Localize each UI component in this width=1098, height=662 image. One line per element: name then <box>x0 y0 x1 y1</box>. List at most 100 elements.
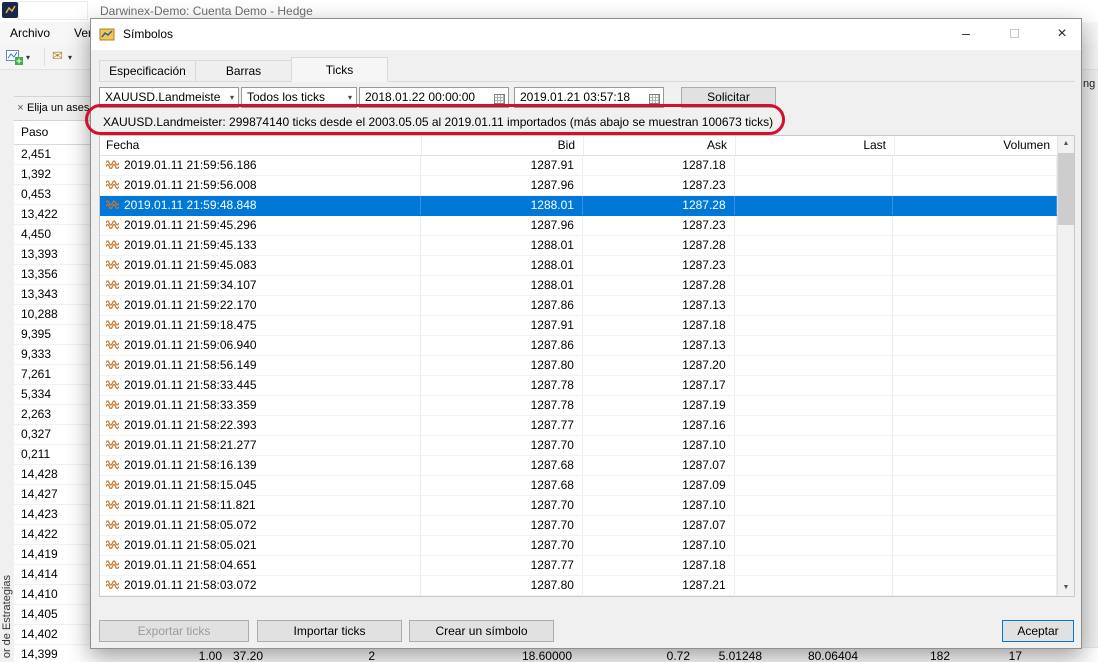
tick-volumen-cell <box>893 216 1057 235</box>
paso-value-row[interactable]: 13,393 <box>14 245 90 265</box>
tick-row[interactable]: 2019.01.11 21:58:05.0211287.701287.10 <box>100 536 1057 556</box>
column-header-last[interactable]: Last <box>736 136 895 155</box>
paso-value-row[interactable]: 14,405 <box>14 605 90 625</box>
paso-value-row[interactable]: 9,333 <box>14 345 90 365</box>
tick-row[interactable]: 2019.01.11 21:59:34.1071288.011287.28 <box>100 276 1057 296</box>
tick-ask-cell: 1287.18 <box>583 156 735 175</box>
mail-icon[interactable]: ✉ <box>52 48 63 64</box>
panel-close-icon[interactable]: × <box>14 97 27 120</box>
tick-row[interactable]: 2019.01.11 21:59:45.1331288.011287.28 <box>100 236 1057 256</box>
paso-value-row[interactable]: 1,392 <box>14 165 90 185</box>
tick-wave-icon <box>106 436 119 455</box>
import-ticks-button[interactable]: Importar ticks <box>257 620 402 642</box>
tick-date-text: 2019.01.11 21:59:45.083 <box>124 256 257 275</box>
column-header-ask[interactable]: Ask <box>584 136 736 155</box>
tick-mode-combobox[interactable]: Todos los ticks ▾ <box>241 87 357 108</box>
tick-volumen-cell <box>893 496 1057 515</box>
vertical-scrollbar[interactable]: ▲ ▼ <box>1057 136 1074 596</box>
paso-value-row[interactable]: 13,343 <box>14 285 90 305</box>
export-ticks-button[interactable]: Exportar ticks <box>99 620 249 642</box>
tab-ticks[interactable]: Ticks <box>291 57 388 82</box>
tick-row[interactable]: 2019.01.11 21:58:03.0721287.801287.21 <box>100 576 1057 596</box>
tick-last-cell <box>735 516 894 535</box>
tick-row[interactable]: 2019.01.11 21:59:56.0081287.961287.23 <box>100 176 1057 196</box>
paso-value-row[interactable]: 14,419 <box>14 545 90 565</box>
calendar-icon[interactable] <box>648 91 661 104</box>
paso-value-row[interactable]: 0,211 <box>14 445 90 465</box>
tick-row[interactable]: 2019.01.11 21:58:33.3591287.781287.19 <box>100 396 1057 416</box>
accept-button[interactable]: Aceptar <box>1002 620 1074 642</box>
symbol-combobox[interactable]: XAUUSD.Landmeiste ▾ <box>99 87 239 108</box>
paso-value-row[interactable]: 9,395 <box>14 325 90 345</box>
column-header-bid[interactable]: Bid <box>422 136 584 155</box>
paso-value-row[interactable]: 2,451 <box>14 145 90 165</box>
tick-row[interactable]: 2019.01.11 21:58:04.6511287.771287.18 <box>100 556 1057 576</box>
menu-archivo[interactable]: Archivo <box>10 26 50 40</box>
tick-row[interactable]: 2019.01.11 21:58:16.1391287.681287.07 <box>100 456 1057 476</box>
paso-value-row[interactable]: 14,428 <box>14 465 90 485</box>
tick-row[interactable]: 2019.01.11 21:58:56.1491287.801287.20 <box>100 356 1057 376</box>
tick-row[interactable]: 2019.01.11 21:59:22.1701287.861287.13 <box>100 296 1057 316</box>
paso-value-row[interactable]: 13,422 <box>14 205 90 225</box>
maximize-icon <box>1010 29 1019 38</box>
paso-column-header[interactable]: Paso <box>14 121 90 145</box>
paso-value-row[interactable]: 14,410 <box>14 585 90 605</box>
paso-value-row[interactable]: 4,450 <box>14 225 90 245</box>
tick-row[interactable]: 2019.01.11 21:58:21.2771287.701287.10 <box>100 436 1057 456</box>
mail-dropdown-icon[interactable]: ▾ <box>68 53 72 62</box>
tick-row[interactable]: 2019.01.11 21:58:11.8211287.701287.10 <box>100 496 1057 516</box>
paso-value-row[interactable]: 0,453 <box>14 185 90 205</box>
tick-date-text: 2019.01.11 21:59:56.186 <box>124 156 257 175</box>
tick-row[interactable]: 2019.01.11 21:59:45.2961287.961287.23 <box>100 216 1057 236</box>
tick-date-text: 2019.01.11 21:58:05.021 <box>124 536 257 555</box>
paso-value-row[interactable]: 14,423 <box>14 505 90 525</box>
tab-especificacion[interactable]: Especificación <box>99 60 196 81</box>
create-symbol-button[interactable]: Crear un símbolo <box>409 620 554 642</box>
tick-row[interactable]: 2019.01.11 21:58:33.4451287.781287.17 <box>100 376 1057 396</box>
request-button[interactable]: Solicitar <box>681 87 776 108</box>
tick-ask-cell: 1287.18 <box>583 556 735 575</box>
dialog-titlebar[interactable]: Símbolos – × <box>91 19 1081 50</box>
paso-value-row[interactable]: 2,263 <box>14 405 90 425</box>
tick-row[interactable]: 2019.01.11 21:58:15.0451287.681287.09 <box>100 476 1057 496</box>
paso-value-row[interactable]: 14,422 <box>14 525 90 545</box>
minimize-button[interactable]: – <box>949 19 983 50</box>
tick-row[interactable]: 2019.01.11 21:59:56.1861287.911287.18 <box>100 156 1057 176</box>
new-chart-icon[interactable] <box>6 49 23 68</box>
tick-date-cell: 2019.01.11 21:59:06.940 <box>100 336 421 355</box>
scrollbar-thumb[interactable] <box>1058 153 1074 225</box>
tick-row[interactable]: 2019.01.11 21:58:22.3931287.771287.16 <box>100 416 1057 436</box>
tick-row[interactable]: 2019.01.11 21:59:06.9401287.861287.13 <box>100 336 1057 356</box>
paso-value-row[interactable]: 10,288 <box>14 305 90 325</box>
tick-table-body: 2019.01.11 21:59:56.1861287.911287.18 20… <box>100 156 1057 596</box>
maximize-button[interactable] <box>997 19 1031 50</box>
calendar-icon[interactable] <box>493 91 506 104</box>
tick-wave-icon <box>106 456 119 475</box>
tick-date-text: 2019.01.11 21:59:48.848 <box>124 196 257 215</box>
tab-barras[interactable]: Barras <box>195 60 292 81</box>
tick-row[interactable]: 2019.01.11 21:59:45.0831288.011287.23 <box>100 256 1057 276</box>
column-header-volumen[interactable]: Volumen <box>895 136 1059 155</box>
paso-value-row[interactable]: 0,327 <box>14 425 90 445</box>
paso-value-row[interactable]: 14,414 <box>14 565 90 585</box>
date-to-field[interactable]: 2019.01.21 03:57:18 <box>514 87 664 108</box>
paso-value-row[interactable]: 7,261 <box>14 365 90 385</box>
tick-row[interactable]: 2019.01.11 21:58:05.0721287.701287.07 <box>100 516 1057 536</box>
tick-row[interactable]: 2019.01.11 21:59:48.8481288.011287.28 <box>100 196 1057 216</box>
paso-value-row[interactable]: 14,427 <box>14 485 90 505</box>
date-from-field[interactable]: 2018.01.22 00:00:00 <box>359 87 509 108</box>
expert-selector-label[interactable]: Elija un asesor <box>27 102 90 114</box>
tick-row[interactable]: 2019.01.11 21:59:18.4751287.911287.18 <box>100 316 1057 336</box>
new-chart-dropdown-icon[interactable]: ▾ <box>26 53 30 62</box>
tick-last-cell <box>735 256 894 275</box>
strategy-tester-vertical-tab[interactable]: or de Estrategias <box>1 575 13 658</box>
paso-value-row[interactable]: 14,402 <box>14 625 90 645</box>
close-button[interactable]: × <box>1045 19 1079 50</box>
paso-value-row[interactable]: 5,334 <box>14 385 90 405</box>
symbols-dialog: Símbolos – × Especificación Barras Ticks… <box>90 18 1082 649</box>
paso-value-row[interactable]: 14,399 <box>14 645 90 662</box>
paso-value-row[interactable]: 13,356 <box>14 265 90 285</box>
scroll-up-icon[interactable]: ▲ <box>1058 136 1074 152</box>
column-header-fecha[interactable]: Fecha <box>100 136 422 155</box>
scroll-down-icon[interactable]: ▼ <box>1058 580 1074 596</box>
